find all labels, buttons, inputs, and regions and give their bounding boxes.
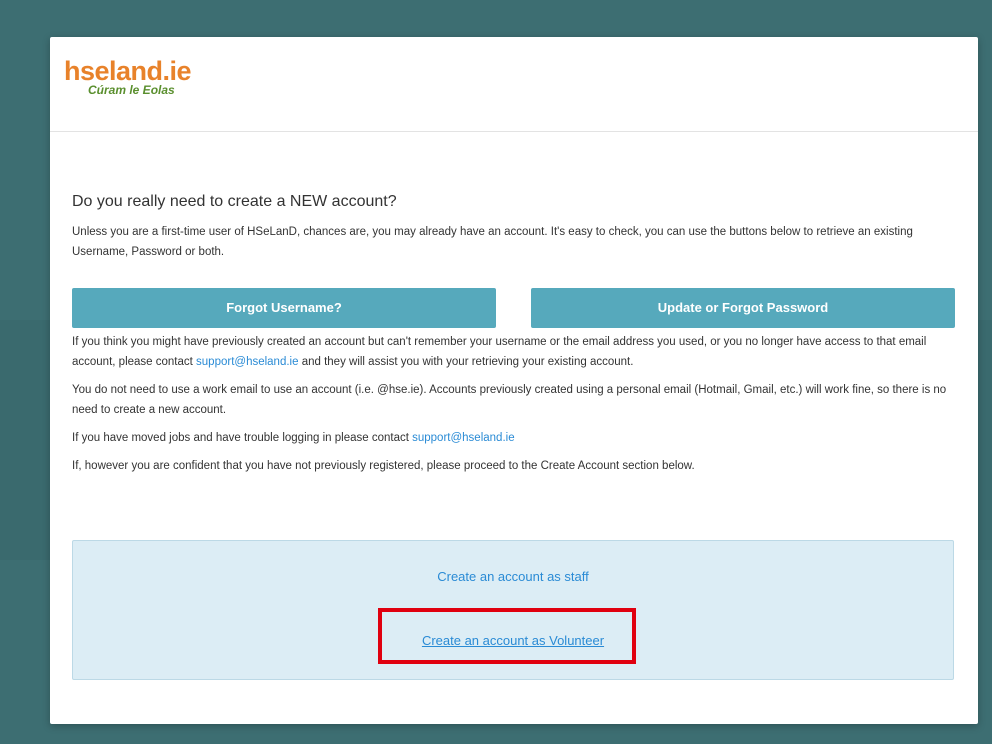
modal-header: hseland.ie Cúram le Eolas: [50, 37, 978, 132]
account-modal: hseland.ie Cúram le Eolas Do you really …: [50, 37, 978, 724]
page-title: Do you really need to create a NEW accou…: [72, 193, 397, 210]
logo-wordmark: hseland.ie: [64, 56, 192, 86]
create-staff-account-link[interactable]: Create an account as staff: [73, 569, 953, 584]
moved-jobs-text: If you have moved jobs and have trouble …: [72, 428, 956, 448]
forgot-password-button[interactable]: Update or Forgot Password: [531, 288, 955, 328]
hseland-logo: hseland.ie Cúram le Eolas: [64, 56, 192, 97]
recovery-buttons: Forgot Username? Update or Forgot Passwo…: [72, 288, 956, 328]
work-email-text: You do not need to use a work email to u…: [72, 384, 947, 416]
logo-brand-prefix: hse: [64, 56, 110, 86]
create-account-box: Create an account as staff Create an acc…: [72, 540, 954, 680]
support-email-link-2[interactable]: support@hseland.ie: [412, 432, 514, 444]
contact-support-text-after: and they will assist you with your retri…: [298, 356, 634, 368]
moved-jobs-text-before: If you have moved jobs and have trouble …: [72, 432, 413, 444]
logo-brand-mid: land: [109, 56, 163, 86]
help-text: If you think you might have previously c…: [72, 332, 956, 476]
logo-brand-suffix: .ie: [162, 56, 192, 86]
create-volunteer-account-link[interactable]: Create an account as Volunteer: [73, 633, 953, 648]
contact-support-text: If you think you might have previously c…: [72, 332, 956, 372]
forgot-username-button[interactable]: Forgot Username?: [72, 288, 496, 328]
proceed-text: If, however you are confident that you h…: [72, 460, 695, 472]
modal-content: Do you really need to create a NEW accou…: [72, 192, 956, 472]
intro-text: Unless you are a first-time user of HSeL…: [72, 226, 913, 258]
support-email-link[interactable]: support@hseland.ie: [196, 356, 298, 368]
